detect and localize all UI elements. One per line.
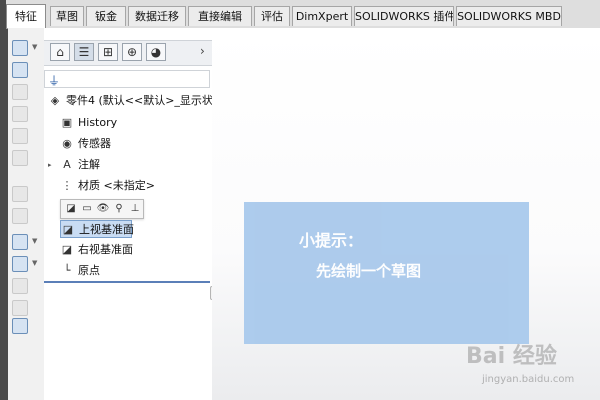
chevron-down-icon[interactable]: ▼ bbox=[32, 237, 37, 245]
filter-icon: ⏚ bbox=[48, 74, 61, 88]
tip-overlay: 小提示： 先绘制一个草图 bbox=[244, 202, 529, 344]
history-icon: ▣ bbox=[61, 116, 73, 129]
window-edge bbox=[0, 0, 8, 400]
tree-item-label: 上视基准面 bbox=[79, 223, 134, 236]
command-manager-tabs: 特征 草图 钣金 数据迁移 直接编辑 评估 DimXpert SOLIDWORK… bbox=[6, 0, 600, 29]
chevron-down-icon[interactable]: ▼ bbox=[32, 43, 37, 51]
tab-sheet-metal[interactable]: 钣金 bbox=[86, 6, 126, 26]
sensor-icon: ◉ bbox=[62, 137, 72, 150]
rib-icon[interactable] bbox=[12, 208, 28, 224]
expand-arrow-icon[interactable]: ▸ bbox=[48, 156, 52, 174]
tree-item-label: 材质 <未指定> bbox=[78, 179, 155, 192]
reference-geometry-icon[interactable] bbox=[12, 234, 28, 250]
annotation-icon: A bbox=[63, 158, 71, 171]
feature-manager-panel: ⌂ ☰ ⊞ ⊕ ◕ › ⏚ ◈ 零件4 (默认<<默认>_显示状态 ▣ Hist… bbox=[44, 28, 224, 400]
manager-tabs-toolbar: ⌂ ☰ ⊞ ⊕ ◕ › bbox=[44, 40, 212, 66]
normal-to-icon[interactable]: ⊥ bbox=[128, 202, 142, 216]
tab-data-migration[interactable]: 数据迁移 bbox=[128, 6, 186, 26]
tab-dimxpert[interactable]: DimXpert bbox=[292, 6, 352, 26]
tab-solidworks-mbd[interactable]: SOLIDWORKS MBD bbox=[456, 6, 562, 26]
tree-item-label: 右视基准面 bbox=[78, 243, 133, 256]
tab-direct-editing[interactable]: 直接编辑 bbox=[188, 6, 252, 26]
left-toolbar-strip: ▼ ▼ ▼ bbox=[8, 28, 45, 400]
tab-features[interactable]: 特征 bbox=[6, 4, 46, 28]
tree-filter-input[interactable]: ⏚ bbox=[44, 70, 210, 88]
tree-root-label: 零件4 (默认<<默认>_显示状态 bbox=[66, 94, 224, 107]
property-manager-tab-icon[interactable]: ☰ bbox=[74, 43, 94, 61]
loft-icon[interactable] bbox=[12, 106, 28, 122]
tab-sketch[interactable]: 草图 bbox=[50, 6, 84, 26]
display-manager-tab-icon[interactable]: ◕ bbox=[146, 43, 166, 61]
watermark-url: jingyan.baidu.com bbox=[482, 374, 575, 385]
tip-text: 先绘制一个草图 bbox=[316, 262, 422, 280]
watermark: Bai 经验 jingyan.baidu.com bbox=[444, 334, 594, 394]
feature-manager-tab-icon[interactable]: ⌂ bbox=[50, 43, 70, 61]
sketch-icon[interactable]: ▭ bbox=[80, 202, 94, 216]
curves-icon[interactable] bbox=[12, 256, 28, 272]
context-toolbar: ◪ ▭ 👁 ⚲ ⊥ bbox=[60, 199, 144, 219]
chevron-right-icon[interactable]: › bbox=[200, 44, 205, 58]
tab-solidworks-addins[interactable]: SOLIDWORKS 插件 bbox=[354, 6, 454, 26]
configuration-manager-tab-icon[interactable]: ⊞ bbox=[98, 43, 118, 61]
tree-item-label: 原点 bbox=[78, 264, 100, 277]
tree-item-top-plane[interactable]: ◪ 上视基准面 bbox=[60, 220, 134, 238]
plane-icon: ◪ bbox=[61, 243, 73, 256]
rollback-bar[interactable] bbox=[44, 281, 210, 283]
tree-item-label: History bbox=[78, 116, 118, 129]
tree-item-label: 传感器 bbox=[78, 137, 111, 150]
tab-evaluate[interactable]: 评估 bbox=[254, 6, 290, 26]
watermark-logo: Bai 经验 bbox=[466, 344, 557, 369]
sweep-icon[interactable] bbox=[12, 84, 28, 100]
zoom-icon[interactable]: ⚲ bbox=[112, 202, 126, 216]
pattern-icon[interactable] bbox=[12, 186, 28, 202]
tree-item-label: 注解 bbox=[78, 158, 100, 171]
plane-icon[interactable]: ◪ bbox=[64, 202, 78, 216]
chevron-down-icon[interactable]: ▼ bbox=[32, 259, 37, 267]
tip-title: 小提示： bbox=[299, 231, 364, 250]
part-icon: ◈ bbox=[50, 94, 60, 107]
fillet-icon[interactable] bbox=[12, 150, 28, 166]
dimxpert-manager-tab-icon[interactable]: ⊕ bbox=[122, 43, 142, 61]
origin-icon: └ bbox=[63, 264, 71, 277]
revolve-icon[interactable] bbox=[12, 62, 28, 78]
boundary-icon[interactable] bbox=[12, 128, 28, 144]
plane-icon: ◪ bbox=[62, 223, 74, 236]
wrap-icon[interactable] bbox=[12, 300, 28, 316]
material-icon: ⋮ bbox=[61, 179, 73, 192]
extrude-icon[interactable] bbox=[12, 40, 28, 56]
show-icon[interactable]: 👁 bbox=[96, 202, 110, 216]
instant3d-icon[interactable] bbox=[12, 278, 28, 294]
sketch-icon[interactable] bbox=[12, 318, 28, 334]
